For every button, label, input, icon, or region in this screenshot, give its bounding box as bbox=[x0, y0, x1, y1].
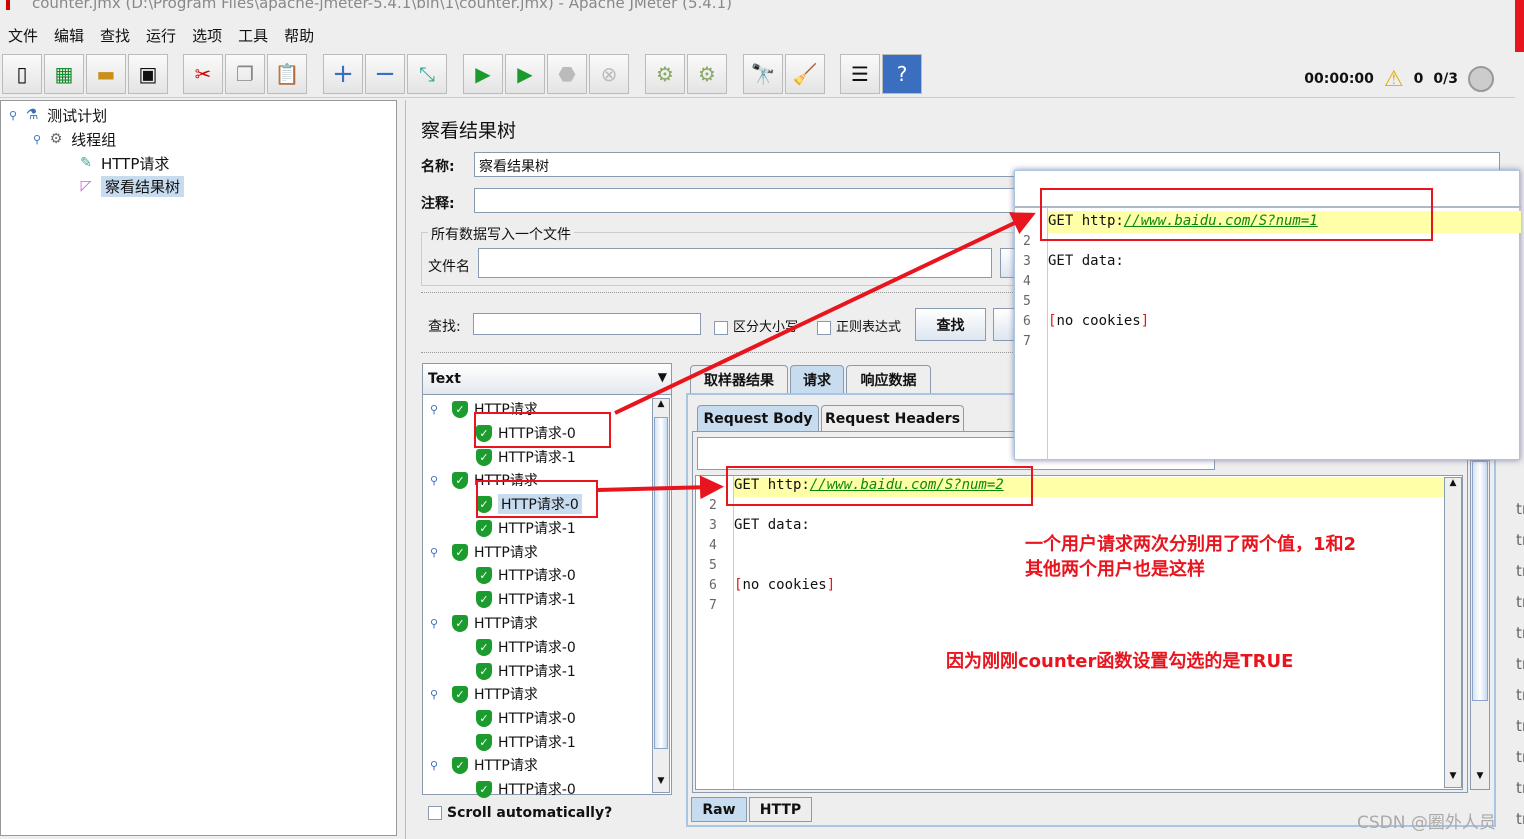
watermark: CSDN @圈外人员 bbox=[1357, 813, 1496, 833]
arrow-2 bbox=[597, 475, 724, 500]
arrow-1 bbox=[614, 212, 1036, 415]
annotation-note-2: 其他两个用户也是这样 bbox=[1025, 559, 1205, 580]
annotation-note-1: 一个用户请求两次分别用了两个值，1和2 bbox=[1025, 534, 1357, 555]
annotation-arrows bbox=[597, 212, 1036, 500]
annotation-note-3: 因为刚刚counter函数设置勾选的是TRUE bbox=[946, 651, 1294, 672]
